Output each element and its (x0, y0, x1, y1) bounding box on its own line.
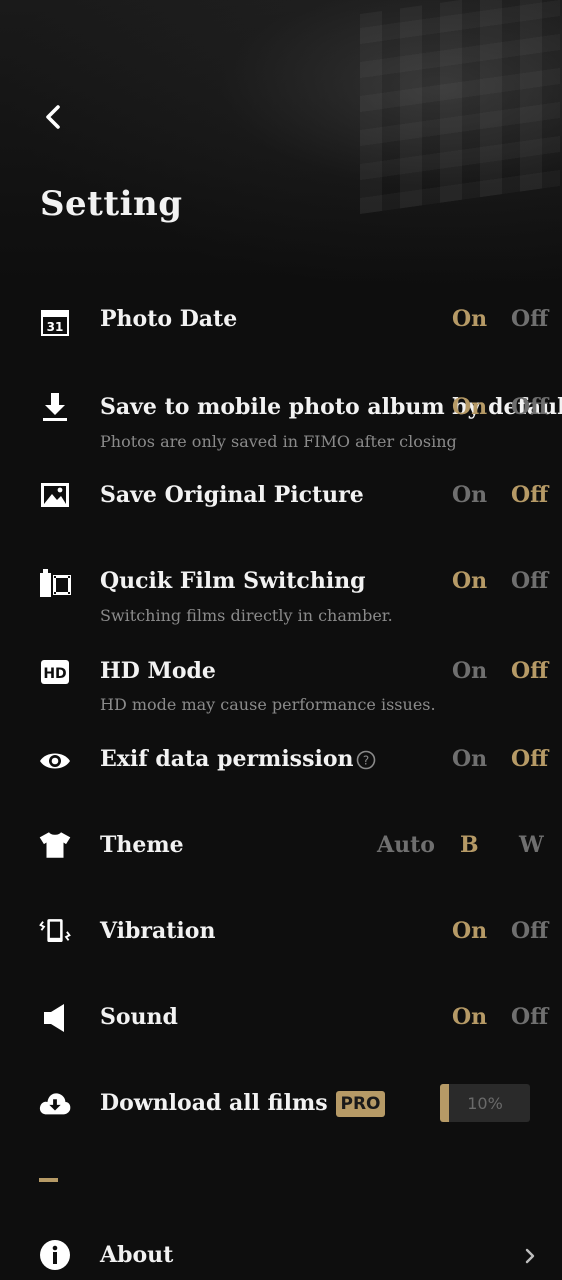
setting-row-sound: Sound On Off (0, 998, 562, 1042)
chevron-left-icon (46, 105, 60, 129)
download-progress-button[interactable]: 10% (440, 1084, 530, 1122)
theme-white-option[interactable]: W (519, 832, 544, 858)
sound-on-option[interactable]: On (452, 1004, 487, 1030)
hd-mode-on-option[interactable]: On (452, 658, 487, 684)
setting-row-download: Download all films PRO 10% (0, 1084, 562, 1128)
chevron-right-icon[interactable] (520, 1246, 540, 1266)
help-icon[interactable]: ? (356, 750, 376, 770)
setting-label: Qucik Film Switching (100, 568, 366, 594)
vibration-off-option[interactable]: Off (511, 918, 548, 944)
setting-label: HD Mode (100, 658, 216, 684)
setting-label: About (100, 1242, 174, 1268)
photo-date-on-option[interactable]: On (452, 306, 487, 332)
setting-row-vibration: Vibration On Off (0, 912, 562, 956)
pro-badge: PRO (336, 1091, 385, 1117)
setting-label: Sound (100, 1004, 178, 1030)
info-icon (38, 1238, 72, 1272)
vibration-on-option[interactable]: On (452, 918, 487, 944)
hd-mode-off-option[interactable]: Off (511, 658, 548, 684)
cloud-download-icon (38, 1086, 72, 1120)
image-icon (38, 479, 72, 513)
setting-label: Download all films (100, 1090, 328, 1116)
svg-text:HD: HD (43, 666, 66, 682)
film-switching-on-option[interactable]: On (452, 568, 487, 594)
section-divider (39, 1178, 58, 1182)
setting-row-hd-mode: HD HD Mode On Off HD mode may cause perf… (0, 652, 562, 722)
setting-label: Save Original Picture (100, 482, 364, 508)
save-album-off-option[interactable]: Off (511, 394, 548, 420)
exif-on-option[interactable]: On (452, 746, 487, 772)
hd-icon: HD (38, 655, 72, 689)
setting-row-photo-date: 31 Photo Date On Off (0, 300, 562, 344)
exif-off-option[interactable]: Off (511, 746, 548, 772)
download-icon (38, 390, 72, 424)
calendar-icon: 31 (38, 305, 72, 339)
svg-text:31: 31 (47, 320, 64, 334)
page-title: Setting (40, 184, 183, 224)
save-album-on-option[interactable]: On (452, 394, 487, 420)
speaker-icon (38, 1001, 72, 1035)
film-switching-off-option[interactable]: Off (511, 568, 548, 594)
save-original-on-option[interactable]: On (452, 482, 487, 508)
setting-label: Exif data permission (100, 746, 354, 772)
setting-row-save-original: Save Original Picture On Off (0, 476, 562, 520)
save-original-off-option[interactable]: Off (511, 482, 548, 508)
progress-text: 10% (467, 1093, 503, 1113)
photo-date-off-option[interactable]: Off (511, 306, 548, 332)
sound-off-option[interactable]: Off (511, 1004, 548, 1030)
film-icon (38, 566, 72, 600)
setting-label: Vibration (100, 918, 216, 944)
theme-black-option[interactable]: B (460, 832, 479, 858)
setting-description: Photos are only saved in FIMO after clos… (100, 432, 457, 451)
setting-label: Photo Date (100, 306, 238, 332)
svg-text:?: ? (363, 754, 369, 768)
tshirt-icon (38, 828, 72, 862)
setting-label: Save to mobile photo album by default (100, 394, 562, 420)
header-background-image (0, 0, 562, 290)
setting-row-save-album: Save to mobile photo album by default On… (0, 390, 562, 460)
setting-description: HD mode may cause performance issues. (100, 695, 436, 714)
setting-row-exif: Exif data permission ? On Off (0, 740, 562, 784)
setting-row-about[interactable]: About (0, 1236, 562, 1280)
back-button[interactable] (36, 100, 70, 134)
setting-row-theme: Theme Auto B W (0, 826, 562, 870)
setting-description: Switching films directly in chamber. (100, 606, 393, 625)
eye-icon (38, 744, 72, 778)
theme-auto-option[interactable]: Auto (377, 832, 435, 858)
setting-label: Theme (100, 832, 184, 858)
setting-row-film-switching: Qucik Film Switching On Off Switching fi… (0, 564, 562, 634)
vibration-icon (38, 914, 72, 948)
